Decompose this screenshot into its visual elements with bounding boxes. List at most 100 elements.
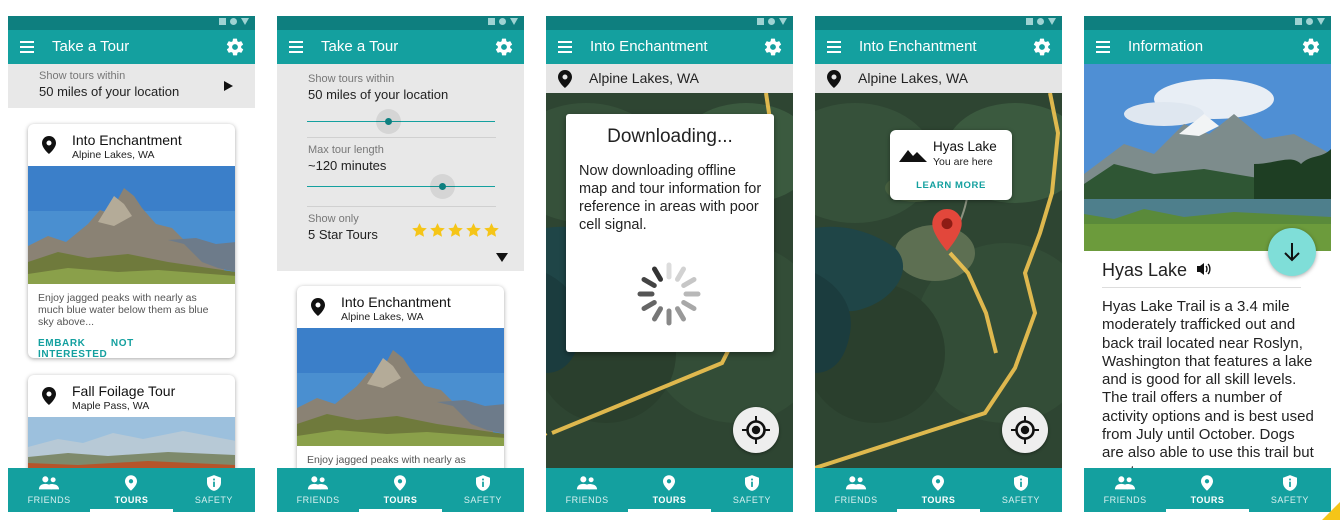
slider-thumb[interactable] [375,109,401,134]
page-title: Into Enchantment [590,38,708,55]
shield-icon [207,474,221,492]
tab-friends[interactable]: FRIENDS [546,468,628,512]
tab-tours[interactable]: TOURS [1166,468,1249,512]
tour-title: Into Enchantment [72,132,182,148]
bottom-tab-bar: FRIENDS TOURS SAFETY [546,468,793,512]
tab-label: TOURS [1190,495,1225,505]
status-bar [277,16,524,30]
tab-safety[interactable]: SAFETY [173,468,255,512]
embark-button[interactable]: EMBARK [38,338,86,349]
tour-description: Enjoy jagged peaks with nearly as much b… [38,292,209,328]
current-location-pin-icon[interactable] [932,209,962,251]
location-label: Alpine Lakes, WA [589,70,699,86]
crosshair-icon [1010,415,1040,445]
tab-safety[interactable]: SAFETY [980,468,1062,512]
tour-photo [28,166,235,284]
tab-safety[interactable]: SAFETY [711,468,793,512]
status-bar [8,16,255,30]
people-icon [576,474,598,492]
tab-tours[interactable]: TOURS [90,468,173,512]
bottom-tab-bar: FRIENDS TOURS SAFETY [277,468,524,512]
bottom-tab-bar: FRIENDS TOURS SAFETY [1084,468,1331,512]
tab-label: TOURS [652,495,687,505]
tab-label: SAFETY [1001,495,1040,505]
star-icon[interactable] [465,222,482,239]
tab-friends[interactable]: FRIENDS [277,468,359,512]
tour-photo [297,328,504,446]
collapse-arrow-icon[interactable] [496,253,508,262]
tab-label: SAFETY [1270,495,1309,505]
menu-icon[interactable] [20,41,34,53]
location-pin-icon [394,474,406,492]
tab-label: FRIENDS [834,495,878,505]
star-rating[interactable] [411,222,500,239]
filter-panel: Show tours within 50 miles of your locat… [277,64,524,271]
lake-photo [1084,64,1331,251]
dialog-title: Downloading... [607,126,733,147]
shield-icon [745,474,759,492]
star-icon[interactable] [447,222,464,239]
page-title: Into Enchantment [859,38,977,55]
location-label: Alpine Lakes, WA [858,70,968,86]
shield-icon [1283,474,1297,492]
screen-information: Information Hyas Lake Hyas Lake Trail is… [1084,16,1331,512]
rating-value: 5 Star Tours [308,227,378,242]
tab-safety[interactable]: SAFETY [442,468,524,512]
tab-friends[interactable]: FRIENDS [1084,468,1166,512]
tab-label: FRIENDS [1103,495,1147,505]
star-icon[interactable] [483,222,500,239]
tab-label: FRIENDS [565,495,609,505]
star-icon[interactable] [429,222,446,239]
tab-label: FRIENDS [296,495,340,505]
status-bar [815,16,1062,30]
speaker-icon[interactable] [1197,262,1211,276]
tab-safety[interactable]: SAFETY [1249,468,1331,512]
scroll-down-button[interactable] [1268,228,1316,276]
distance-slider[interactable] [307,109,495,134]
gear-icon[interactable] [225,37,245,57]
learn-more-link[interactable]: LEARN MORE [890,180,1012,191]
map-pin-icon [42,136,56,154]
location-pin-icon [1201,474,1213,492]
tour-card[interactable]: Into Enchantment Alpine Lakes, WA Enjoy … [28,124,235,358]
dialog-message: Now downloading offline map and tour inf… [579,163,762,233]
menu-icon[interactable] [289,41,303,53]
tab-label: SAFETY [732,495,771,505]
locate-me-button[interactable] [733,407,779,453]
menu-icon[interactable] [1096,41,1110,53]
tab-label: FRIENDS [27,495,71,505]
info-heading-row: Hyas Lake [1102,260,1211,281]
gear-icon[interactable] [1301,37,1321,57]
tab-friends[interactable]: FRIENDS [8,468,90,512]
tour-description: Enjoy jagged peaks with nearly as [307,454,466,466]
mountain-icon [899,150,927,162]
shield-icon [1014,474,1028,492]
bottom-tab-bar: FRIENDS TOURS SAFETY [815,468,1062,512]
popup-title: Hyas Lake [933,139,997,154]
people-icon [307,474,329,492]
distance-filter[interactable]: Show tours within 50 miles of your locat… [8,64,255,108]
map-pin-icon [558,70,572,88]
people-icon [38,474,60,492]
location-popup[interactable]: Hyas Lake You are here LEARN MORE [890,130,1012,200]
gear-icon[interactable] [494,37,514,57]
gear-icon[interactable] [1032,37,1052,57]
bottom-tab-bar: FRIENDS TOURS SAFETY [8,468,255,512]
menu-icon[interactable] [558,41,572,53]
slider-thumb[interactable] [430,174,456,199]
tab-tours[interactable]: TOURS [359,468,442,512]
tab-tours[interactable]: TOURS [897,468,980,512]
locate-me-button[interactable] [1002,407,1048,453]
star-icon[interactable] [411,222,428,239]
loading-spinner-icon [637,262,701,326]
app-bar: Take a Tour [277,30,524,64]
menu-icon[interactable] [827,41,841,53]
tab-label: TOURS [921,495,956,505]
download-dialog: Downloading... Now downloading offline m… [566,114,774,352]
tab-friends[interactable]: FRIENDS [815,468,897,512]
length-slider[interactable] [307,174,495,199]
expand-arrow-icon[interactable] [224,81,233,91]
gear-icon[interactable] [763,37,783,57]
tab-tours[interactable]: TOURS [628,468,711,512]
shield-icon [476,474,490,492]
